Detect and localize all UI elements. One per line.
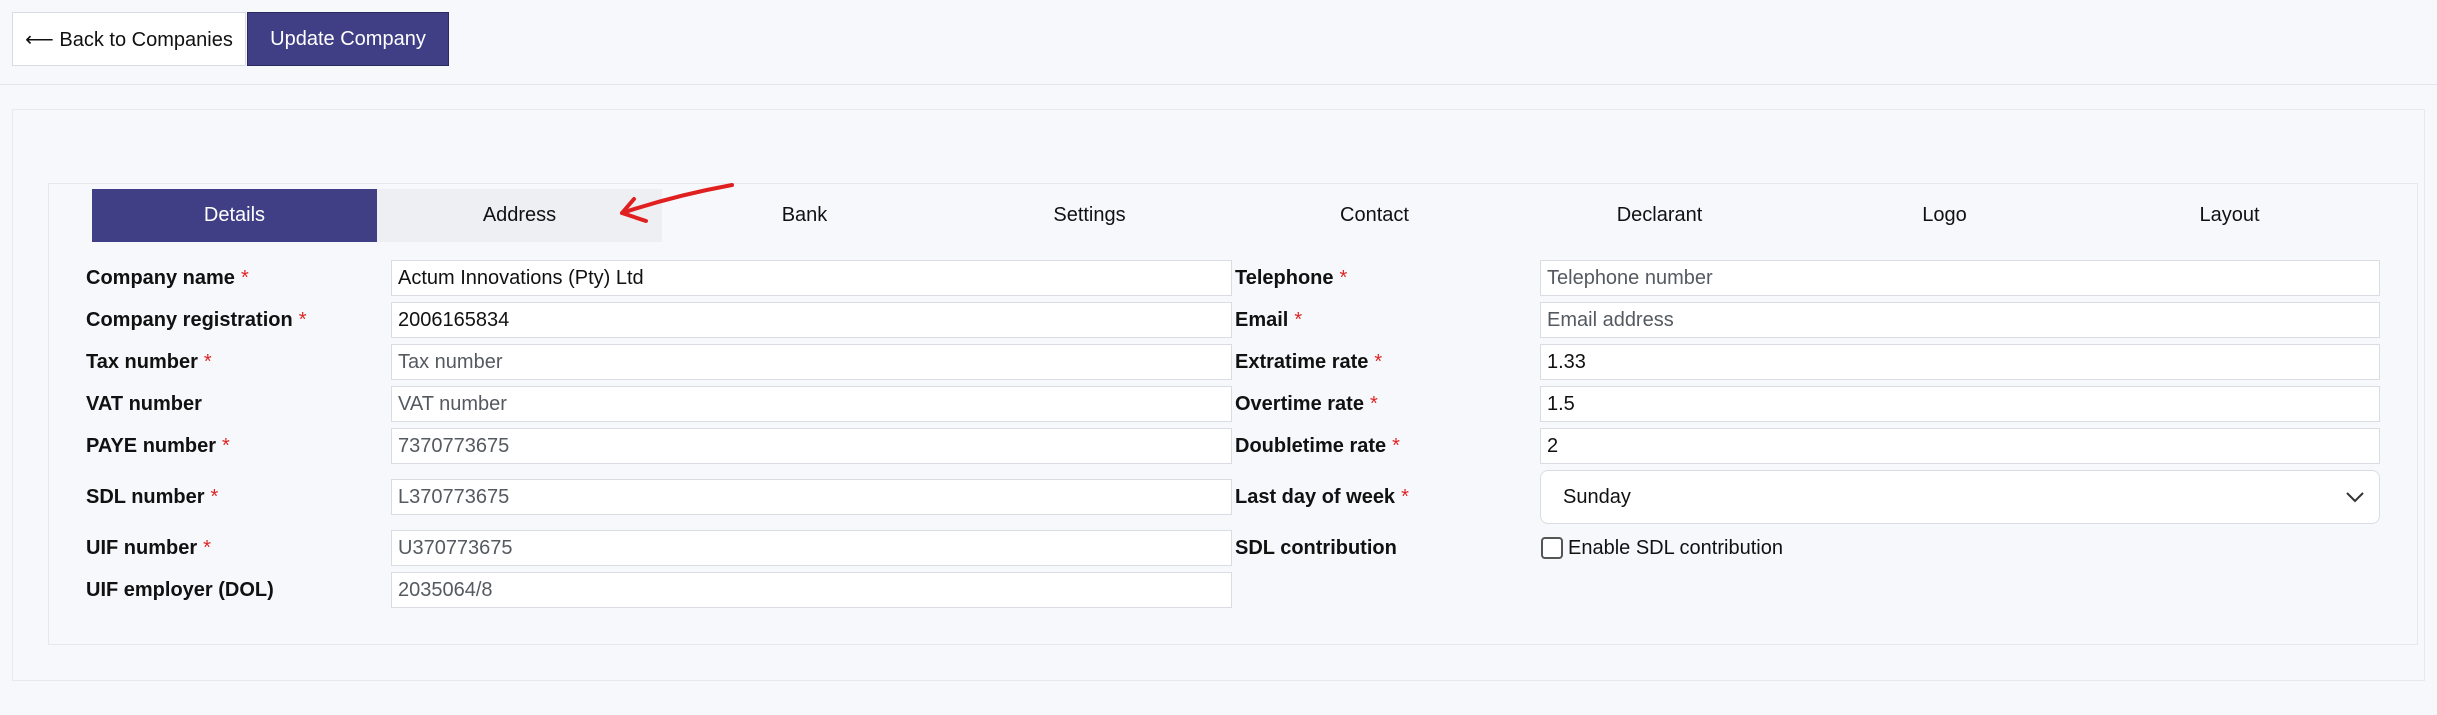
uif-employer-label: UIF employer (DOL): [86, 579, 274, 601]
uif-employer-input[interactable]: 2035064/8: [391, 572, 1232, 608]
paye-number-label: PAYE number *: [86, 435, 230, 457]
back-to-companies-button[interactable]: ⟵ Back to Companies: [12, 12, 246, 66]
last-day-of-week-select[interactable]: Sunday: [1540, 470, 2380, 524]
extratime-rate-input[interactable]: 1.33: [1540, 344, 2380, 380]
telephone-input[interactable]: Telephone number: [1540, 260, 2380, 296]
telephone-label: Telephone *: [1235, 267, 1348, 289]
company-registration-input[interactable]: 2006165834: [391, 302, 1232, 338]
tab-bar: Details Address Bank Settings Contact De…: [92, 189, 2377, 242]
tab-layout[interactable]: Layout: [2087, 189, 2372, 242]
paye-number-input[interactable]: 7370773675: [391, 428, 1232, 464]
company-name-input[interactable]: Actum Innovations (Pty) Ltd: [391, 260, 1232, 296]
tab-contact[interactable]: Contact: [1232, 189, 1517, 242]
tab-logo[interactable]: Logo: [1802, 189, 2087, 242]
annotation-arrow-icon: [620, 183, 734, 223]
email-label: Email *: [1235, 309, 1303, 331]
vat-number-input[interactable]: VAT number: [391, 386, 1232, 422]
last-day-of-week-value: Sunday: [1563, 485, 1631, 508]
update-company-button[interactable]: Update Company: [247, 12, 449, 66]
tax-number-label: Tax number *: [86, 351, 212, 373]
tab-settings[interactable]: Settings: [947, 189, 1232, 242]
company-registration-label: Company registration *: [86, 309, 307, 331]
tab-details[interactable]: Details: [92, 189, 377, 242]
doubletime-rate-label: Doubletime rate *: [1235, 435, 1400, 457]
last-day-of-week-label: Last day of week *: [1235, 486, 1409, 508]
sdl-contribution-checkbox-label[interactable]: Enable SDL contribution: [1568, 537, 1783, 560]
overtime-rate-label: Overtime rate *: [1235, 393, 1378, 415]
top-toolbar: ⟵ Back to Companies Update Company: [0, 0, 2437, 85]
sdl-contribution-label: SDL contribution: [1235, 537, 1397, 559]
chevron-down-icon: [2346, 492, 2364, 503]
sdl-contribution-checkbox[interactable]: [1541, 537, 1563, 559]
uif-number-label: UIF number *: [86, 537, 211, 559]
overtime-rate-input[interactable]: 1.5: [1540, 386, 2380, 422]
vat-number-label: VAT number: [86, 393, 202, 415]
tab-declarant[interactable]: Declarant: [1517, 189, 1802, 242]
uif-number-input[interactable]: U370773675: [391, 530, 1232, 566]
extratime-rate-label: Extratime rate *: [1235, 351, 1383, 373]
company-name-label: Company name *: [86, 267, 249, 289]
sdl-number-label: SDL number *: [86, 486, 219, 508]
email-input[interactable]: Email address: [1540, 302, 2380, 338]
doubletime-rate-input[interactable]: 2: [1540, 428, 2380, 464]
sdl-number-input[interactable]: L370773675: [391, 479, 1232, 515]
tax-number-input[interactable]: Tax number: [391, 344, 1232, 380]
